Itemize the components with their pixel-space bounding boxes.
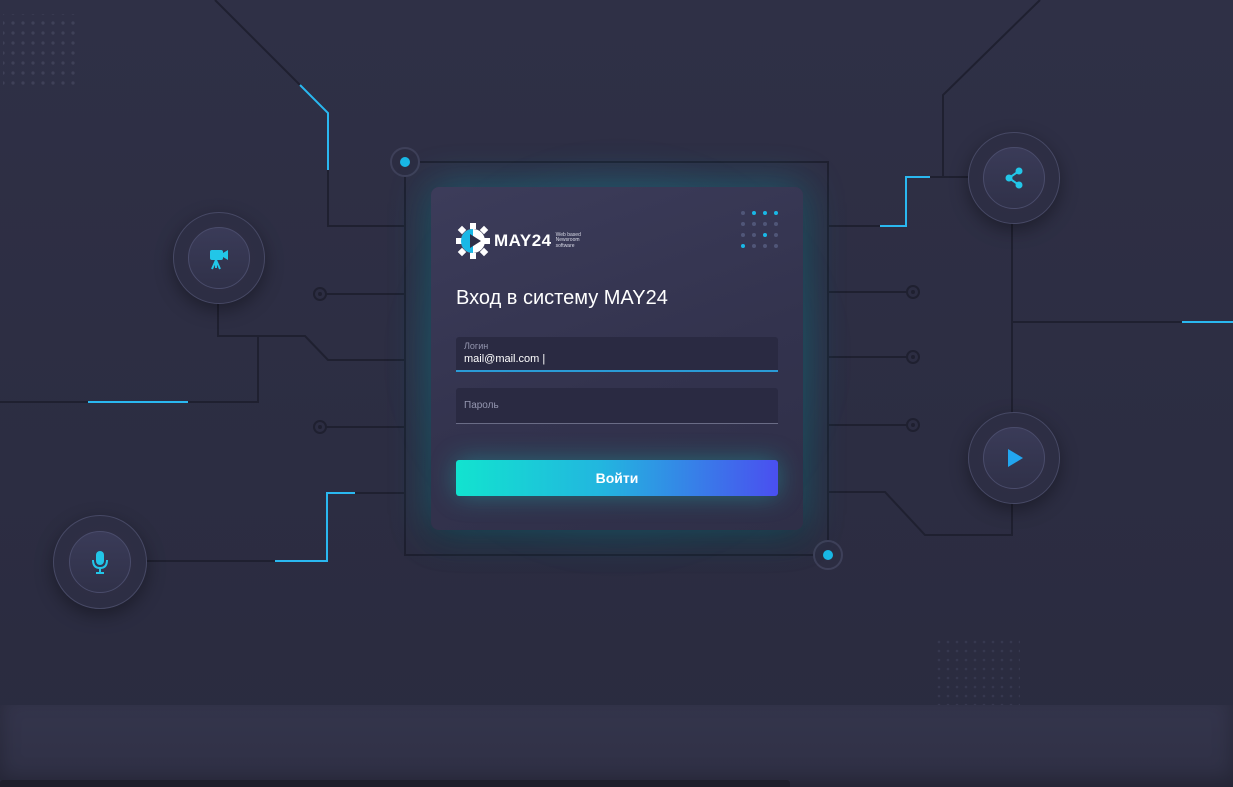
gear-play-logo-icon xyxy=(456,223,490,259)
microphone-node-inner xyxy=(69,531,131,593)
share-node xyxy=(968,132,1060,224)
page-title: Вход в систему MAY24 xyxy=(456,287,668,309)
password-field[interactable]: Пароль xyxy=(456,388,778,424)
login-field[interactable]: Логин mail@mail.com | xyxy=(456,337,778,372)
dot-pattern-top-left xyxy=(3,14,75,88)
brand-name: MAY24 xyxy=(494,231,552,250)
microphone-icon xyxy=(92,551,108,574)
login-label: Логин xyxy=(464,341,489,351)
bottom-scroll-bar xyxy=(0,780,790,787)
share-icon xyxy=(1005,167,1023,189)
bottom-band xyxy=(0,705,1233,787)
login-submit-button[interactable]: Войти xyxy=(456,460,778,496)
login-input-value[interactable]: mail@mail.com | xyxy=(464,353,545,365)
play-node-inner xyxy=(983,427,1045,489)
video-camera-icon xyxy=(210,250,228,270)
play-icon xyxy=(1008,449,1023,467)
login-page: MAY24 Web based Newsroom software Вход в… xyxy=(0,0,1233,787)
camera-node xyxy=(173,212,265,304)
brand-tagline: Web based Newsroom software xyxy=(555,232,588,250)
login-card: MAY24 Web based Newsroom software Вход в… xyxy=(431,187,803,530)
password-label: Пароль xyxy=(464,400,499,411)
camera-node-inner xyxy=(188,227,250,289)
microphone-node xyxy=(53,515,147,609)
brand-logo: MAY24 Web based Newsroom software xyxy=(456,223,588,259)
share-node-inner xyxy=(983,147,1045,209)
decor-dots xyxy=(741,211,778,248)
play-node xyxy=(968,412,1060,504)
tagline-line-3: software xyxy=(555,242,575,249)
